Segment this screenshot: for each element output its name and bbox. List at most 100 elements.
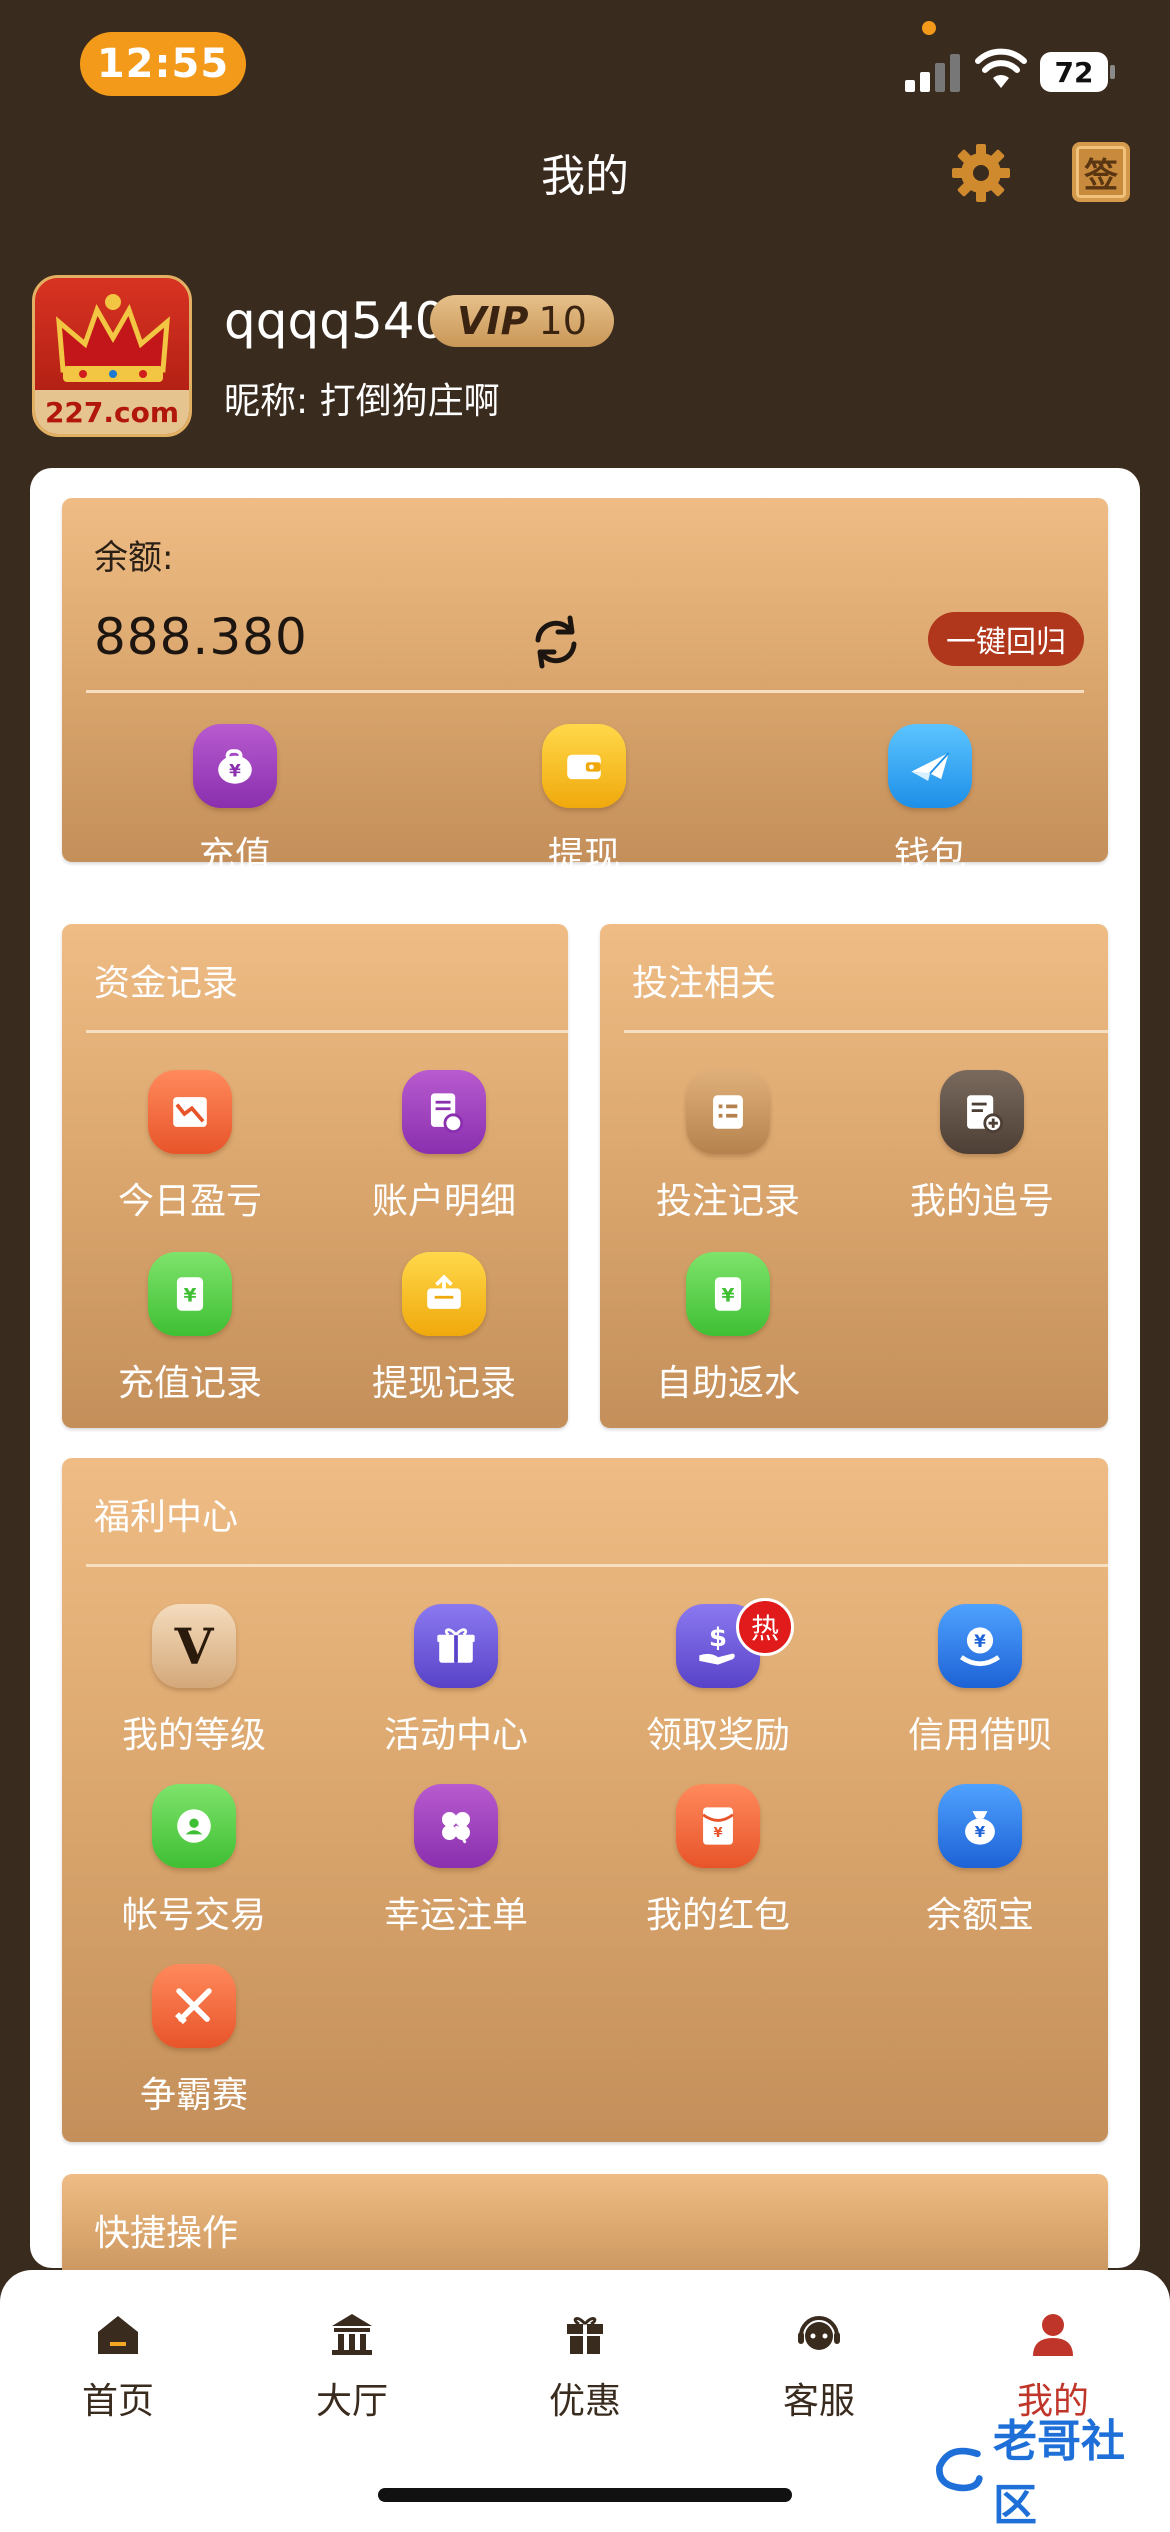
yen-shield-icon: ¥ [938,1604,1022,1688]
my-red-envelope-button[interactable]: ¥ 我的红包 [608,1784,828,1938]
bet-record-button[interactable]: 投注记录 [618,1070,838,1224]
vip-level: 10 [538,299,587,343]
today-profit-label: 今日盈亏 [117,1181,262,1222]
status-time: 12:55 [80,32,246,96]
divider [624,1030,1108,1033]
wallet-label: 钱包 [893,835,966,876]
withdraw-record-label: 提现记录 [371,1363,516,1404]
svg-text:¥: ¥ [975,1823,986,1841]
account-shield-icon [152,1784,236,1868]
my-level-button[interactable]: V 我的等级 [84,1604,304,1758]
cellular-signal-icon [905,54,960,92]
quick-actions-title: 快捷操作 [94,2213,239,2254]
claim-reward-button[interactable]: $ 热 领取奖励 [608,1598,828,1758]
wifi-icon [975,48,1027,88]
status-bar: 12:55 72 [0,0,1170,130]
username: qqqq540 [224,292,447,350]
refresh-icon[interactable] [524,610,588,674]
tab-promotions[interactable]: 优惠 [505,2310,665,2424]
svg-text:¥: ¥ [974,1631,986,1651]
lucky-bet-label: 幸运注单 [383,1895,528,1936]
tab-home-label: 首页 [81,2381,154,2422]
activity-center-label: 活动中心 [383,1715,528,1756]
gift-box-icon [414,1604,498,1688]
my-level-label: 我的等级 [121,1715,266,1756]
person-icon [1033,2314,1073,2356]
tab-hall-label: 大厅 [315,2381,388,2422]
claim-reward-label: 领取奖励 [645,1715,790,1756]
yuebao-button[interactable]: ¥ 余额宝 [870,1784,1090,1938]
withdraw-label: 提现 [547,835,620,876]
recharge-record-button[interactable]: ¥ 充值记录 [80,1252,300,1406]
svg-text:$: $ [709,1623,727,1653]
wallet-icon [542,724,626,808]
avatar[interactable]: 227.com [32,275,192,437]
my-red-envelope-label: 我的红包 [645,1895,790,1936]
credit-loan-label: 信用借呗 [907,1715,1052,1756]
activity-center-button[interactable]: 活动中心 [346,1604,566,1758]
tab-hall[interactable]: 大厅 [272,2310,432,2424]
yen-ticket-icon: ¥ [686,1252,770,1336]
svg-text:¥: ¥ [722,1285,735,1306]
yen-ticket-icon: ¥ [148,1252,232,1336]
balance-label: 余额: [94,538,174,578]
home-indicator[interactable] [378,2488,792,2502]
my-chase-button[interactable]: 我的追号 [872,1070,1092,1224]
bet-record-label: 投注记录 [655,1181,800,1222]
divider [86,690,1084,693]
settings-gear-icon[interactable] [950,142,1012,204]
headset-icon [798,2316,840,2350]
my-chase-label: 我的追号 [909,1181,1054,1222]
vip-badge[interactable]: VIP 10 [430,295,614,347]
yuebao-label: 余额宝 [925,1895,1034,1936]
credit-loan-button[interactable]: ¥ 信用借呗 [870,1604,1090,1758]
today-profit-button[interactable]: 今日盈亏 [80,1070,300,1224]
piggy-bank-icon: ¥ [193,724,277,808]
recharge-record-label: 充值记录 [117,1363,262,1404]
crown-icon [56,294,170,382]
tab-home[interactable]: 首页 [38,2310,198,2424]
balance-value: 888.380 [94,608,308,666]
self-rebate-button[interactable]: ¥ 自助返水 [618,1252,838,1406]
recharge-button[interactable]: ¥ 充值 [125,724,345,878]
account-detail-button[interactable]: 账户明细 [334,1070,554,1224]
tab-promotions-label: 优惠 [548,2381,621,2422]
red-envelope-icon: ¥ [676,1784,760,1868]
main-card: 余额: 888.380 一键回归 ¥ 充值 提现 钱包 资金记录 今日盈亏 账户… [30,468,1140,2294]
dragon-logo-icon [936,2447,983,2492]
self-rebate-label: 自助返水 [655,1363,800,1404]
funds-records-title: 资金记录 [94,963,239,1004]
recharge-label: 充值 [198,835,271,876]
wallet-button[interactable]: 钱包 [820,724,1040,878]
withdraw-record-button[interactable]: 提现记录 [334,1252,554,1406]
home-icon [98,2316,138,2354]
betting-title: 投注相关 [632,963,777,1004]
tab-customer-service-label: 客服 [782,2381,855,2422]
withdraw-box-icon [402,1252,486,1336]
battery-icon: 72 [1040,52,1116,92]
divider [86,1030,568,1033]
account-trade-button[interactable]: 帐号交易 [84,1784,304,1938]
withdraw-button[interactable]: 提现 [474,724,694,878]
svg-text:¥: ¥ [184,1285,197,1306]
privacy-indicator-dot [922,21,936,35]
clover-icon [414,1784,498,1868]
account-trade-label: 帐号交易 [121,1895,266,1936]
account-detail-label: 账户明细 [371,1181,516,1222]
bet-list-icon [686,1070,770,1154]
hot-badge: 热 [736,1598,794,1656]
betting-panel: 投注相关 投注记录 我的追号 ¥ 自助返水 [600,924,1108,1428]
avatar-brand-text: 227.com [35,390,189,434]
hall-icon [332,2314,372,2355]
daily-sign-in-button[interactable]: 签 [1072,142,1130,202]
balance-panel: 余额: 888.380 一键回归 ¥ 充值 提现 钱包 [62,498,1108,876]
vip-v-icon: V [152,1604,236,1688]
tab-customer-service[interactable]: 客服 [739,2310,899,2424]
svg-text:¥: ¥ [229,760,241,780]
tournament-label: 争霸赛 [139,2075,248,2116]
tournament-button[interactable]: 争霸赛 [84,1964,304,2118]
lucky-bet-button[interactable]: 幸运注单 [346,1784,566,1938]
gift-icon [567,2317,603,2354]
one-click-return-button[interactable]: 一键回归 [928,612,1084,666]
divider [86,1564,1108,1567]
